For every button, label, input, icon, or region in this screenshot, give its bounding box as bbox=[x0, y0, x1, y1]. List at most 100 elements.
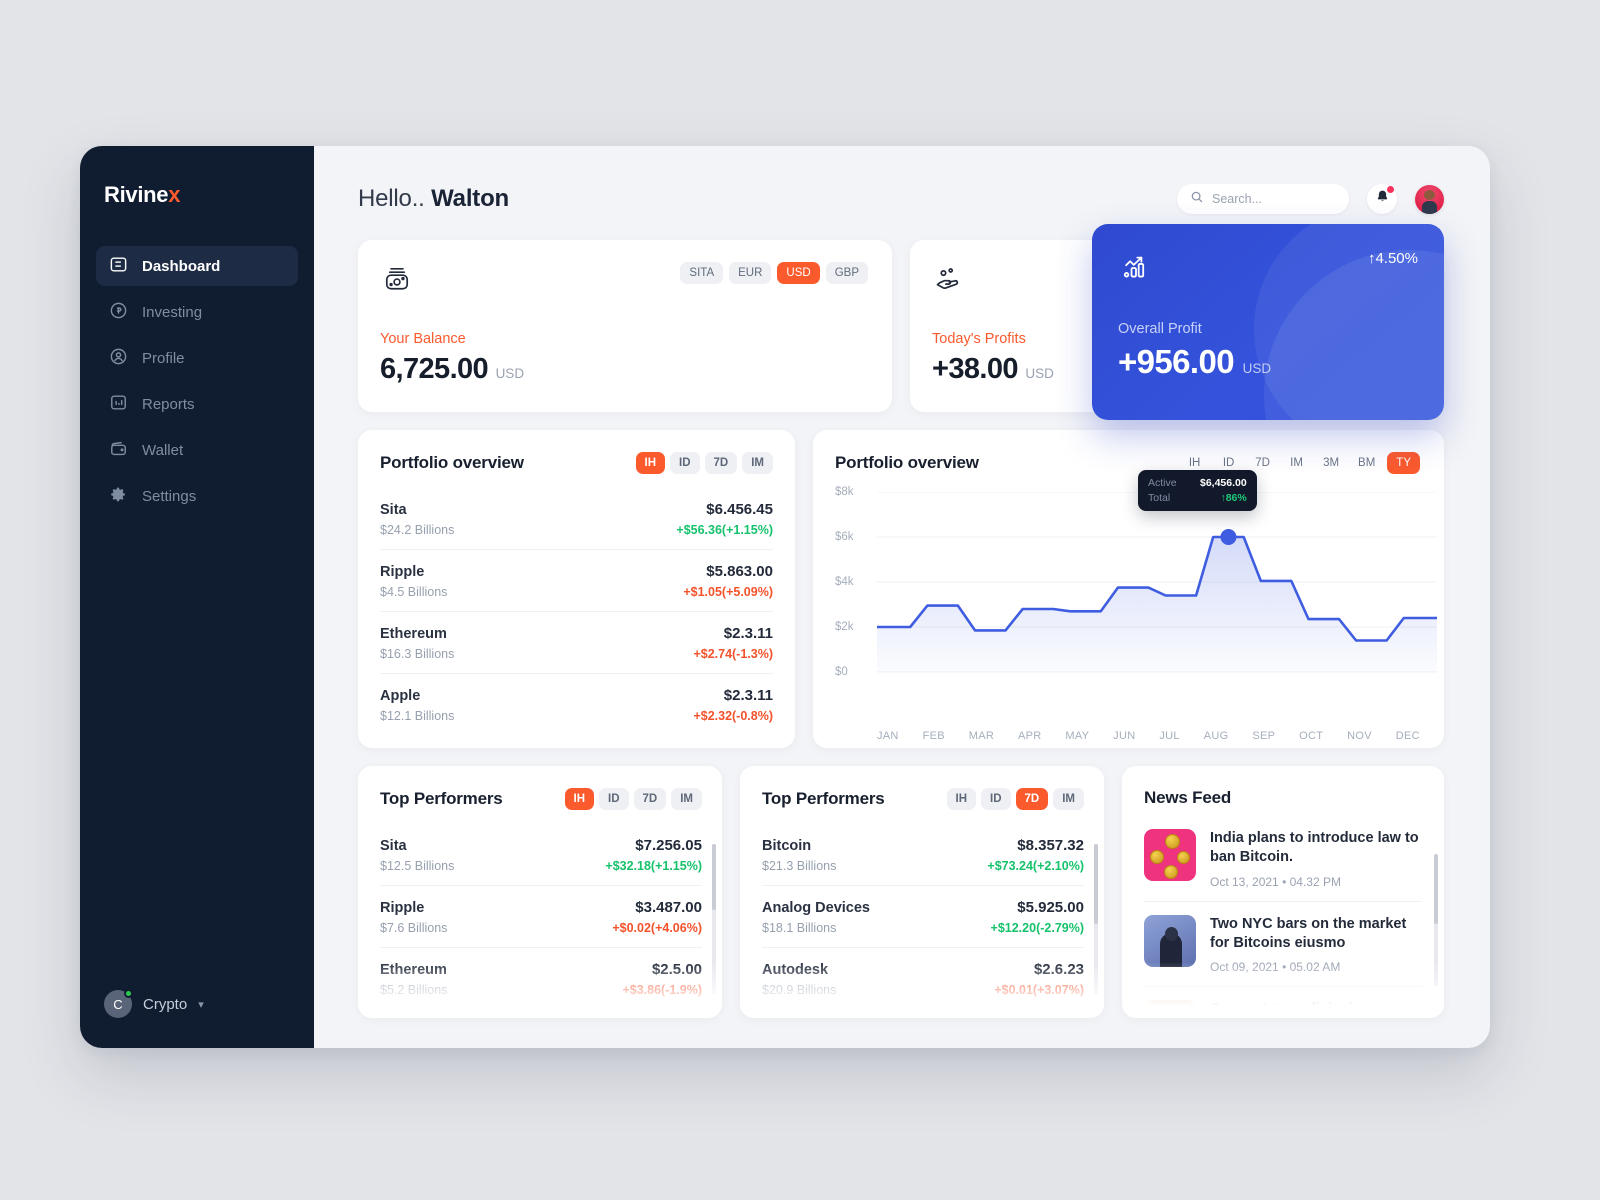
y-tick-0: $0 bbox=[835, 666, 848, 678]
chart-title: Portfolio overview bbox=[835, 453, 979, 472]
tab-ty[interactable]: TY bbox=[1387, 452, 1420, 474]
news-sep: • bbox=[1282, 874, 1287, 889]
tab-7d[interactable]: 7D bbox=[1015, 788, 1049, 810]
asset-change: +$0.01(+3.07%) bbox=[994, 983, 1084, 997]
news-thumbnail bbox=[1144, 914, 1196, 967]
asset-change: +$56.36(+1.15%) bbox=[676, 523, 773, 537]
table-row[interactable]: Autodesk $2.6.23 $20.9 Billions +$0.01(+3.… bbox=[762, 948, 1084, 1009]
portfolio-range-tabs: IH ID 7D IM bbox=[635, 452, 773, 474]
asset-marketcap: $4.5 Billions bbox=[380, 585, 448, 599]
news-sep: • bbox=[1282, 960, 1287, 975]
list-item[interactable]: India plans to introduce law to ban Bitc… bbox=[1144, 816, 1422, 902]
asset-marketcap: $18.1 Billions bbox=[762, 921, 837, 935]
asset-marketcap: $12.1 Billions bbox=[380, 709, 455, 723]
sidebar-item-dashboard[interactable]: Dashboard bbox=[96, 246, 298, 286]
table-row[interactable]: Ethereum $2.5.00 $5.2 Billions +$3.86(-1.9… bbox=[380, 948, 702, 1009]
asset-marketcap: $7.6 Billions bbox=[380, 921, 448, 935]
kpi-row: SITA EUR USD GBP Your Balance 6,725.00 U… bbox=[358, 224, 1444, 420]
sidebar-item-settings[interactable]: Settings bbox=[96, 476, 298, 516]
currency-pill-sita[interactable]: SITA bbox=[680, 262, 724, 284]
search-icon bbox=[1190, 190, 1204, 209]
asset-name: Autodesk bbox=[762, 962, 829, 978]
tab-id[interactable]: ID bbox=[670, 452, 700, 474]
asset-price: $3.487.00 bbox=[635, 899, 702, 916]
portfolio-chart-card: Portfolio overview IH ID 7D IM 3M BM TY … bbox=[813, 430, 1444, 748]
list-item[interactable]: Two NYC bars on the market for Bitcoins … bbox=[1144, 902, 1422, 988]
tab-im[interactable]: IM bbox=[1282, 452, 1311, 474]
balance-icon bbox=[380, 262, 414, 301]
asset-change: +$2.32(-0.8%) bbox=[693, 709, 773, 723]
scrollbar[interactable] bbox=[712, 844, 716, 994]
dashboard-icon bbox=[109, 255, 128, 278]
area-chart: $8k $6k $4k $2k $0 Active $6,456.00 Tota… bbox=[835, 470, 1437, 742]
x-tick: JAN bbox=[877, 730, 899, 742]
table-row[interactable]: Sita $6.456.45 $24.2 Billions +$56.36(+1.1… bbox=[380, 488, 773, 550]
table-row[interactable]: Apple $2.3.11 $12.1 Billions +$2.32(-0.8%) bbox=[380, 674, 773, 735]
asset-change: +$32.18(+1.15%) bbox=[605, 859, 702, 873]
list-item[interactable]: Consectetur adipiscing bbox=[1144, 987, 1422, 1018]
scrollbar[interactable] bbox=[1434, 854, 1438, 986]
asset-name: Ripple bbox=[380, 900, 425, 916]
tooltip-active-value: $6,456.00 bbox=[1200, 477, 1247, 489]
asset-name: Sita bbox=[380, 838, 407, 854]
sidebar-item-profile[interactable]: Profile bbox=[96, 338, 298, 378]
notifications-button[interactable] bbox=[1367, 184, 1397, 214]
user-avatar[interactable] bbox=[1415, 184, 1444, 214]
asset-change: +$0.02(+4.06%) bbox=[612, 921, 702, 935]
asset-marketcap: $24.2 Billions bbox=[380, 523, 455, 537]
currency-pill-usd[interactable]: USD bbox=[777, 262, 820, 284]
top-performers-title: Top Performers bbox=[762, 789, 885, 808]
profile-icon bbox=[109, 347, 128, 370]
y-tick-4k: $4k bbox=[835, 576, 854, 588]
tab-bm[interactable]: BM bbox=[1351, 452, 1382, 474]
tab-ih[interactable]: IH bbox=[635, 452, 666, 474]
sidebar-item-reports[interactable]: Reports bbox=[96, 384, 298, 424]
chart-plot bbox=[877, 492, 1437, 673]
tab-ih[interactable]: IH bbox=[946, 788, 977, 810]
tab-im[interactable]: IM bbox=[1053, 788, 1084, 810]
reports-icon bbox=[109, 393, 128, 416]
account-name: Crypto bbox=[143, 995, 188, 1013]
balance-unit: USD bbox=[495, 366, 525, 381]
top-performers-1-tabs: IH ID 7D IM bbox=[564, 788, 702, 810]
y-tick-6k: $6k bbox=[835, 531, 854, 543]
asset-name: Ripple bbox=[380, 564, 425, 580]
sidebar-item-label: Investing bbox=[142, 303, 203, 321]
tab-7d[interactable]: 7D bbox=[633, 788, 667, 810]
today-amount: +38.00 bbox=[932, 353, 1019, 385]
table-row[interactable]: Bitcoin $8.357.32 $21.3 Billions +$73.24(+… bbox=[762, 824, 1084, 886]
asset-marketcap: $5.2 Billions bbox=[380, 983, 448, 997]
currency-pill-eur[interactable]: EUR bbox=[729, 262, 772, 284]
x-tick: JUN bbox=[1113, 730, 1136, 742]
search-box[interactable] bbox=[1177, 184, 1349, 214]
table-row[interactable]: Sita $7.256.05 $12.5 Billions +$32.18(+1.1… bbox=[380, 824, 702, 886]
table-row[interactable]: Ripple $3.487.00 $7.6 Billions +$0.02(+4.0… bbox=[380, 886, 702, 948]
table-row[interactable]: Ethereum $2.3.11 $16.3 Billions +$2.74(-1.… bbox=[380, 612, 773, 674]
table-row[interactable]: Analog Devices $5.925.00 $18.1 Billions +$… bbox=[762, 886, 1084, 948]
top-performers-1-list: Sita $7.256.05 $12.5 Billions +$32.18(+1.1… bbox=[380, 824, 702, 1009]
tab-im[interactable]: IM bbox=[742, 452, 773, 474]
x-tick: OCT bbox=[1299, 730, 1324, 742]
currency-pill-gbp[interactable]: GBP bbox=[825, 262, 868, 284]
search-input[interactable] bbox=[1212, 192, 1336, 206]
x-tick: SEP bbox=[1252, 730, 1276, 742]
y-tick-8k: $8k bbox=[835, 486, 854, 498]
scrollbar[interactable] bbox=[1094, 844, 1098, 994]
sidebar-item-investing[interactable]: Investing bbox=[96, 292, 298, 332]
tab-7d[interactable]: 7D bbox=[704, 452, 738, 474]
top-performers-card-2: Top Performers IH ID 7D IM Bitcoin $8.357… bbox=[740, 766, 1104, 1018]
account-switcher[interactable]: C Crypto ▾ bbox=[104, 989, 204, 1018]
tab-3m[interactable]: 3M bbox=[1316, 452, 1346, 474]
news-thumbnail bbox=[1144, 1000, 1196, 1018]
balance-card: SITA EUR USD GBP Your Balance 6,725.00 U… bbox=[358, 240, 892, 412]
tab-id[interactable]: ID bbox=[599, 788, 629, 810]
sidebar-item-wallet[interactable]: Wallet bbox=[96, 430, 298, 470]
tab-im[interactable]: IM bbox=[671, 788, 702, 810]
tab-id[interactable]: ID bbox=[981, 788, 1011, 810]
sidebar-item-label: Dashboard bbox=[142, 257, 221, 275]
tab-ih[interactable]: IH bbox=[564, 788, 595, 810]
avatar: C bbox=[104, 989, 133, 1018]
asset-price: $8.357.32 bbox=[1017, 837, 1084, 854]
x-tick: MAY bbox=[1065, 730, 1090, 742]
table-row[interactable]: Ripple $5.863.00 $4.5 Billions +$1.05(+5.0… bbox=[380, 550, 773, 612]
